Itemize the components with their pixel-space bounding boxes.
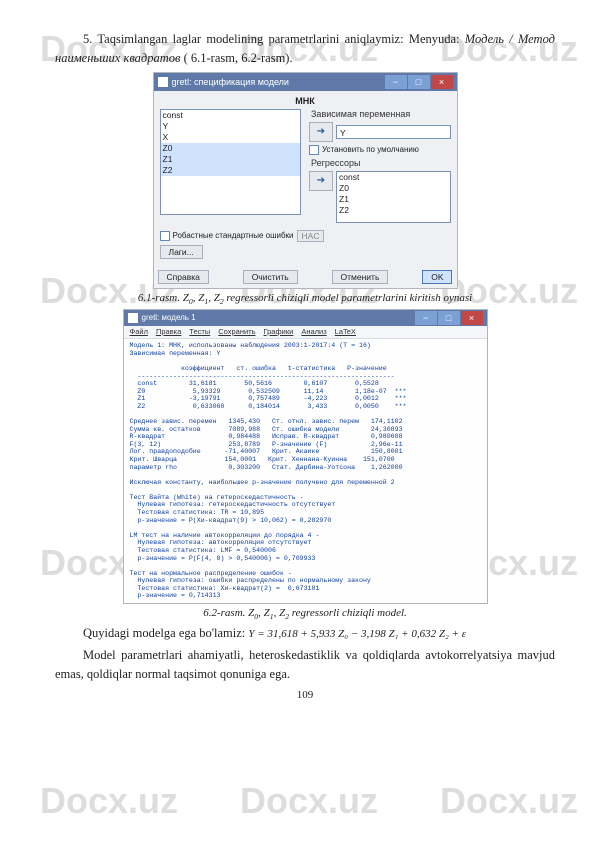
list-item[interactable]: const <box>337 172 450 183</box>
figure-6-1-caption: 6.1-rasm. Z0, Z1, Z2 regressorli chiziql… <box>55 292 555 306</box>
minimize-button[interactable]: − <box>415 311 437 325</box>
regression-formula: Y = 31,618 + 5,933 Z₀ − 3,198 Z₁ + 0,632… <box>248 628 466 640</box>
app-icon <box>158 77 168 87</box>
model-output-text: Модель 1: МНК, использованы наблюдения 2… <box>124 339 487 603</box>
menu-file[interactable]: Файл <box>130 328 148 337</box>
help-button[interactable]: Справка <box>158 270 209 284</box>
caption-prefix: 6.2-rasm. <box>203 607 248 619</box>
intro-text: 5. Taqsimlangan laglar modelining parame… <box>83 32 465 46</box>
dependent-label: Зависимая переменная <box>311 109 451 119</box>
menu-edit[interactable]: Правка <box>156 328 181 337</box>
maximize-button[interactable]: □ <box>438 311 460 325</box>
menu-graphs[interactable]: Графики <box>264 328 294 337</box>
page-number: 109 <box>55 689 555 701</box>
hac-button[interactable]: HAC <box>297 230 325 242</box>
close-button[interactable]: × <box>461 311 483 325</box>
list-item[interactable]: X <box>161 132 301 143</box>
caption-sub: 1 <box>270 612 274 621</box>
variables-listbox[interactable]: const Y X Z0 Z1 Z2 <box>160 109 302 215</box>
close-button[interactable]: × <box>431 75 453 89</box>
menu-save[interactable]: Сохранить <box>218 328 255 337</box>
intro-paragraph: 5. Taqsimlangan laglar modelining parame… <box>55 30 555 68</box>
list-item[interactable]: Y <box>161 121 301 132</box>
figure-6-2-caption: 6.2-rasm. Z0, Z1, Z2 regressorli chiziql… <box>55 607 555 621</box>
add-dependent-button[interactable]: ➔ <box>309 122 333 142</box>
intro-tail: ( 6.1-rasm, 6.2-rasm). <box>184 51 293 65</box>
dialog1-titlebar: gretl: спецификация модели − □ × <box>154 73 457 91</box>
dialog2-menubar: Файл Правка Тесты Сохранить Графики Анал… <box>124 326 487 340</box>
caption-text: regressorli chiziqli model parametrlarin… <box>226 292 472 304</box>
maximize-button[interactable]: □ <box>408 75 430 89</box>
caption-sub: 1 <box>204 297 208 306</box>
model-output-pre: Модель 1: МНК, использованы наблюдения 2… <box>130 342 481 600</box>
list-item[interactable]: Z2 <box>161 165 301 176</box>
caption-sub: 2 <box>285 612 289 621</box>
caption-prefix: 6.1-rasm. <box>138 292 183 304</box>
watermark: Docx.uz <box>240 780 378 822</box>
default-label: Установить по умолчанию <box>322 145 419 154</box>
menu-analysis[interactable]: Анализ <box>301 328 326 337</box>
dependent-input[interactable]: Y <box>336 125 451 139</box>
gretl-model-output-dialog: gretl: модель 1 − □ × Файл Правка Тесты … <box>123 309 488 604</box>
ok-button[interactable]: OK <box>422 270 452 284</box>
minimize-button[interactable]: − <box>385 75 407 89</box>
list-item[interactable]: Z1 <box>161 154 301 165</box>
clear-button[interactable]: Очистить <box>243 270 298 284</box>
list-item[interactable]: Z0 <box>337 183 450 194</box>
dialog2-title: gretl: модель 1 <box>142 313 196 322</box>
caption-sub: 0 <box>254 612 258 621</box>
conclusion-paragraph: Model parametrlari ahamiyatli, heteroske… <box>55 646 555 684</box>
list-item[interactable]: Z0 <box>161 143 301 154</box>
lags-button[interactable]: Лаги... <box>160 245 203 259</box>
robust-label: Робастные стандартные ошибки <box>173 231 294 240</box>
dialog2-titlebar: gretl: модель 1 − □ × <box>124 310 487 326</box>
cancel-button[interactable]: Отменить <box>332 270 389 284</box>
list-item[interactable]: const <box>161 110 301 121</box>
app-icon <box>128 313 138 323</box>
menu-tests[interactable]: Тесты <box>189 328 210 337</box>
caption-sub: 0 <box>189 297 193 306</box>
formula-intro: Quyidagi modelga ega bо'lamiz: <box>83 626 248 640</box>
caption-text: regressorli chiziqli model. <box>292 607 407 619</box>
add-regressor-button[interactable]: ➔ <box>309 171 333 191</box>
default-checkbox[interactable] <box>309 145 319 155</box>
watermark: Docx.uz <box>440 780 578 822</box>
list-item[interactable]: Z2 <box>337 205 450 216</box>
robust-checkbox[interactable] <box>160 231 170 241</box>
list-item[interactable]: Z1 <box>337 194 450 205</box>
caption-sub: 2 <box>220 297 224 306</box>
regressors-label: Регрессоры <box>311 158 451 168</box>
menu-latex[interactable]: LaTeX <box>335 328 356 337</box>
regressors-listbox[interactable]: const Z0 Z1 Z2 <box>336 171 451 223</box>
formula-paragraph: Quyidagi modelga ega bо'lamiz: Y = 31,61… <box>55 624 555 643</box>
watermark: Docx.uz <box>40 780 178 822</box>
gretl-spec-dialog: gretl: спецификация модели − □ × МНК con… <box>153 72 458 289</box>
mnk-label: МНК <box>160 96 451 106</box>
dialog1-title: gretl: спецификация модели <box>172 77 289 87</box>
